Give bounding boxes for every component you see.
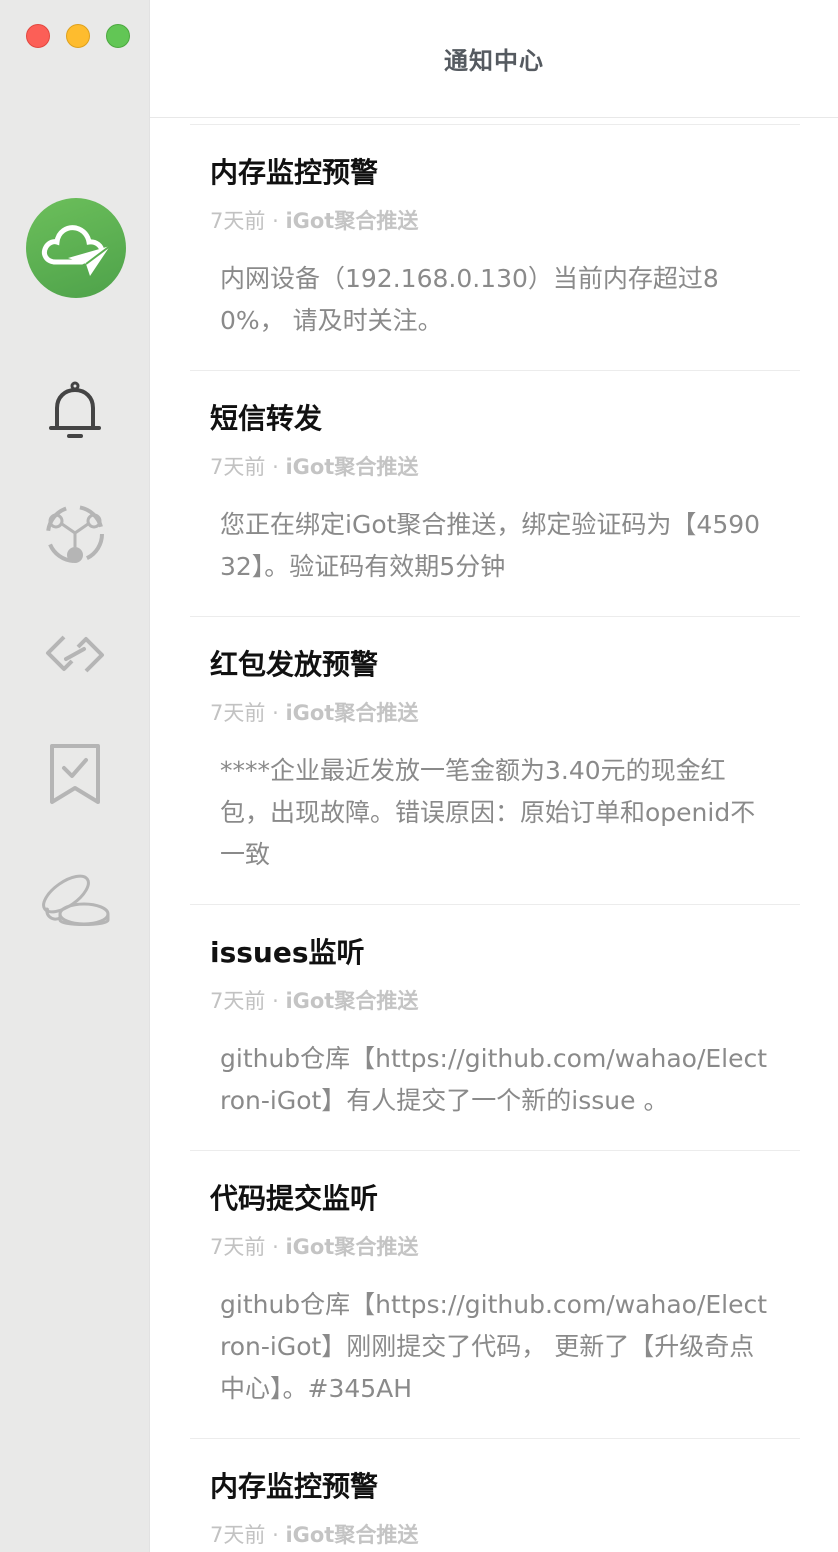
notification-time: 7天前 [210, 1523, 266, 1547]
notification-meta: 7天前 · iGot聚合推送 [210, 985, 418, 1015]
page-title: 通知中心 [444, 47, 544, 75]
notification-source: iGot聚合推送 [285, 455, 419, 479]
notification-card[interactable]: 代码提交监听 7天前 · iGot聚合推送 github仓库【https://g… [190, 1150, 800, 1438]
app-header: 通知中心 [150, 0, 838, 118]
notification-title: 代码提交监听 [210, 1182, 379, 1215]
notification-body: github仓库【https://github.com/wahao/Electr… [220, 1044, 768, 1115]
meta-separator: · [272, 701, 279, 725]
notification-source: iGot聚合推送 [285, 209, 419, 233]
notification-title: issues监听 [210, 936, 365, 969]
sidebar [0, 0, 150, 1552]
notification-card[interactable]: 短信转发 7天前 · iGot聚合推送 您正在绑定iGot聚合推送，绑定验证码为… [190, 370, 800, 616]
notification-card[interactable]: 红包发放预警 7天前 · iGot聚合推送 ****企业最近发放一笔金额为3.4… [190, 616, 800, 904]
notification-meta: 7天前 · iGot聚合推送 [210, 451, 418, 481]
link-icon[interactable] [35, 614, 115, 694]
notification-time: 7天前 [210, 701, 266, 725]
notification-title: 短信转发 [210, 402, 323, 435]
notification-meta: 7天前 · iGot聚合推送 [210, 205, 418, 235]
notification-body: 您正在绑定iGot聚合推送，绑定验证码为【459032】。验证码有效期5分钟 [220, 510, 761, 581]
app-logo-icon[interactable] [26, 198, 126, 298]
notification-meta: 7天前 · iGot聚合推送 [210, 1231, 418, 1261]
notification-card[interactable]: issues监听 7天前 · iGot聚合推送 github仓库【https:/… [190, 904, 800, 1150]
notification-title: 内存监控预警 [210, 1470, 379, 1503]
notification-source: iGot聚合推送 [285, 1523, 419, 1547]
notification-body: 内网设备（192.168.0.130）当前内存超过80%， 请及时关注。 [220, 264, 719, 335]
bookmark-check-icon[interactable] [35, 734, 115, 814]
notification-meta: 7天前 · iGot聚合推送 [210, 1519, 418, 1549]
notification-time: 7天前 [210, 455, 266, 479]
notification-meta: 7天前 · iGot聚合推送 [210, 697, 418, 727]
webhook-icon[interactable] [35, 494, 115, 574]
meta-separator: · [272, 989, 279, 1013]
coins-icon[interactable] [35, 856, 115, 936]
window-minimize-button[interactable] [66, 24, 90, 48]
meta-separator: · [272, 1523, 279, 1547]
notification-body: ****企业最近发放一笔金额为3.40元的现金红包，出现故障。错误原因：原始订单… [220, 756, 756, 869]
bell-icon[interactable] [35, 372, 115, 452]
window-zoom-button[interactable] [106, 24, 130, 48]
notification-time: 7天前 [210, 989, 266, 1013]
notification-body: github仓库【https://github.com/wahao/Electr… [220, 1290, 768, 1403]
notification-time: 7天前 [210, 209, 266, 233]
meta-separator: · [272, 209, 279, 233]
notification-title: 内存监控预警 [210, 156, 379, 189]
meta-separator: · [272, 455, 279, 479]
notification-time: 7天前 [210, 1235, 266, 1259]
notification-source: iGot聚合推送 [285, 989, 419, 1013]
notification-card[interactable]: 内存监控预警 7天前 · iGot聚合推送 [190, 1438, 800, 1552]
notification-source: iGot聚合推送 [285, 701, 419, 725]
notification-list[interactable]: 内存监控预警 7天前 · iGot聚合推送 内网设备（192.168.0.130… [150, 118, 838, 1552]
meta-separator: · [272, 1235, 279, 1259]
notification-card[interactable]: 内存监控预警 7天前 · iGot聚合推送 内网设备（192.168.0.130… [190, 124, 800, 370]
notification-source: iGot聚合推送 [285, 1235, 419, 1259]
notification-title: 红包发放预警 [210, 648, 379, 681]
window-close-button[interactable] [26, 24, 50, 48]
